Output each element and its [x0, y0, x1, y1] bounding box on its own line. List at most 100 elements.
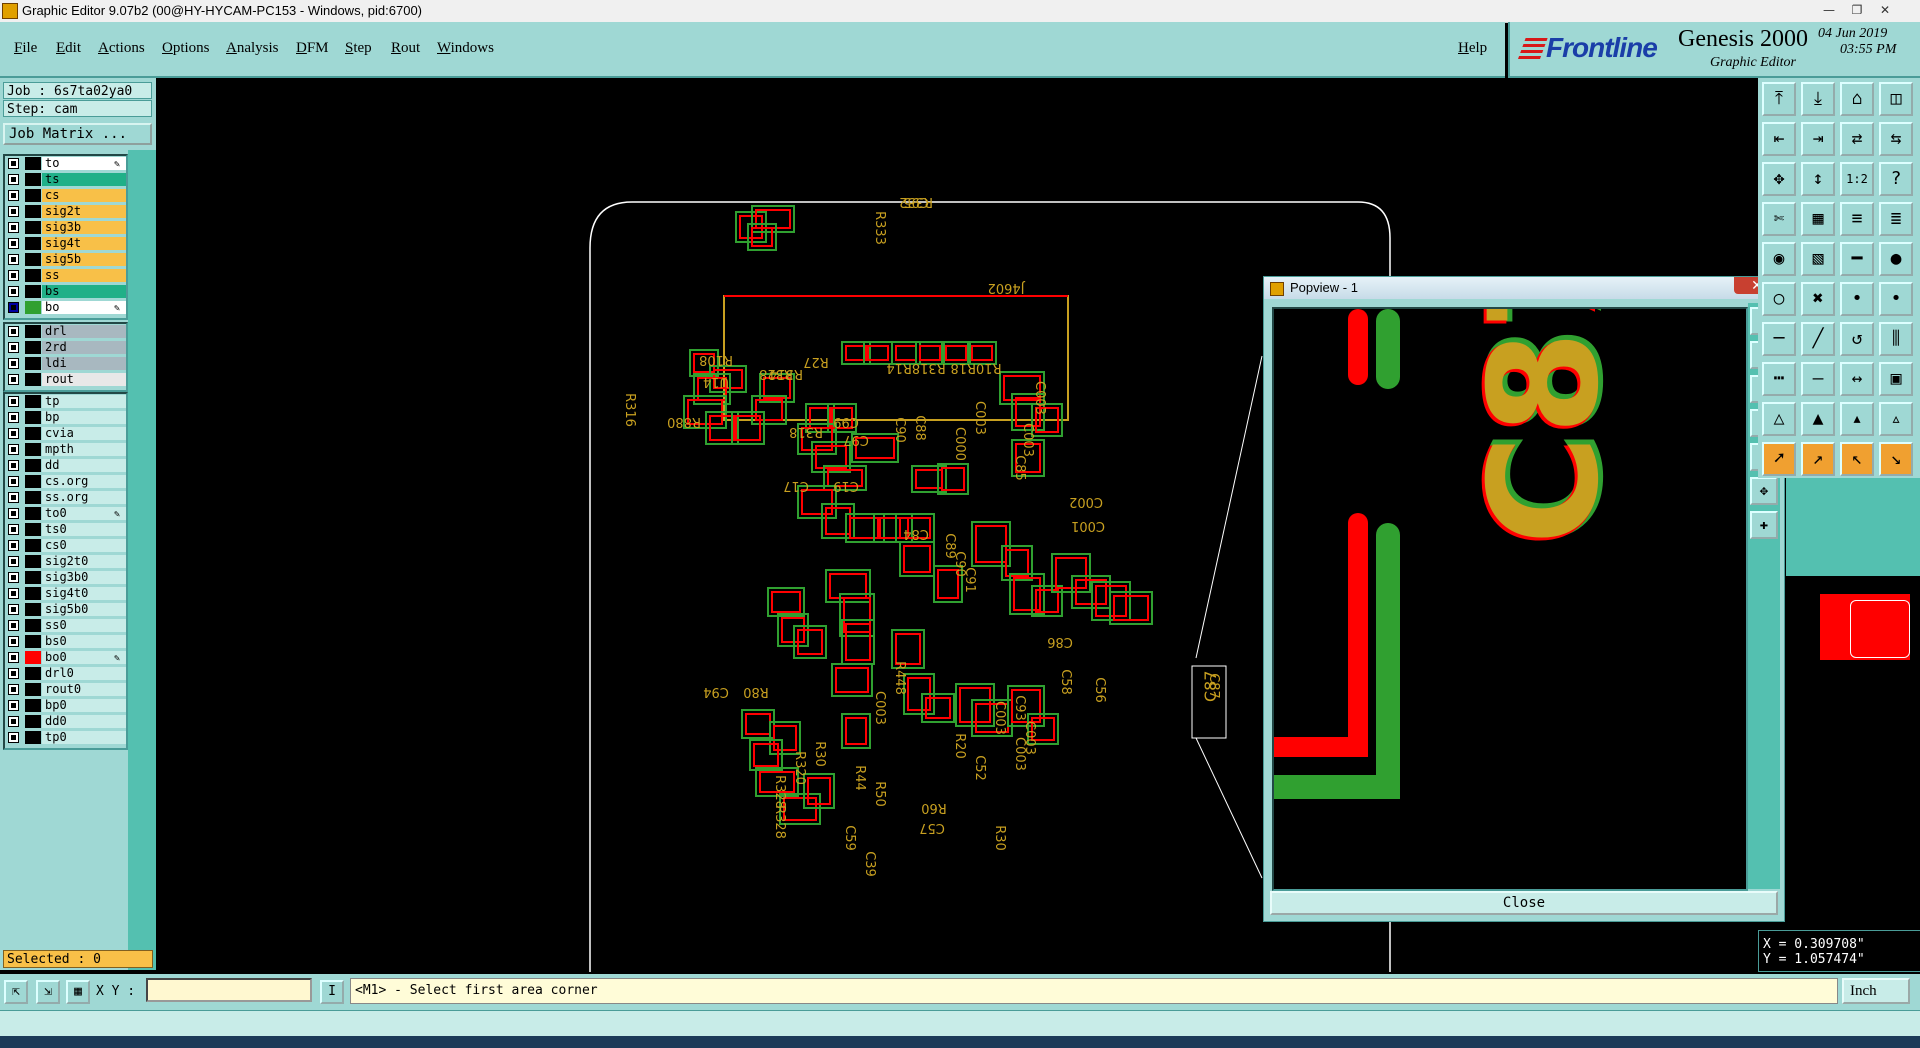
layer-row-2rd[interactable]: 2rd: [5, 340, 126, 356]
layer-name[interactable]: drl: [42, 325, 126, 338]
layer-checkbox[interactable]: [8, 572, 19, 583]
window-icon[interactable]: ◫: [1879, 82, 1913, 116]
layer-name[interactable]: sig3b0: [42, 571, 126, 584]
layer-color-swatch[interactable]: [25, 411, 41, 424]
layer-checkbox[interactable]: [8, 222, 19, 233]
overview-window[interactable]: [1820, 594, 1910, 660]
layer-name[interactable]: cs: [42, 189, 126, 202]
minimize-icon[interactable]: —: [1820, 2, 1838, 18]
menu-edit[interactable]: Edit: [56, 40, 81, 57]
layer-color-swatch[interactable]: [25, 523, 41, 536]
layer-color-swatch[interactable]: [25, 715, 41, 728]
layer-checkbox[interactable]: [8, 668, 19, 679]
layer-checkbox[interactable]: [8, 206, 19, 217]
layer-name[interactable]: ts0: [42, 523, 126, 536]
layer-name[interactable]: dd: [42, 459, 126, 472]
layer-name[interactable]: bp: [42, 411, 126, 424]
layer-row-rout[interactable]: rout: [5, 372, 126, 388]
pad-icon[interactable]: ◉: [1762, 242, 1796, 276]
layer-checkbox[interactable]: [8, 358, 19, 369]
grid-icon[interactable]: ▦: [66, 980, 90, 1004]
diagonal-icon[interactable]: ╱: [1801, 322, 1835, 356]
layer-checkbox[interactable]: [8, 302, 19, 313]
menu-options[interactable]: Options: [162, 40, 210, 57]
layer-name[interactable]: ss0: [42, 619, 126, 632]
layer-row-cvia[interactable]: cvia: [5, 426, 126, 442]
layer-name[interactable]: ss.org: [42, 491, 126, 504]
layer-checkbox[interactable]: [8, 444, 19, 455]
layer-name[interactable]: ts: [42, 173, 126, 186]
filter-icon[interactable]: ≣: [1879, 202, 1913, 236]
layer-row-mpth[interactable]: mpth: [5, 442, 126, 458]
list-icon[interactable]: ≡: [1840, 202, 1874, 236]
layer-name[interactable]: ss: [42, 269, 126, 282]
layer-row-cs[interactable]: cs: [5, 188, 126, 204]
layer-color-swatch[interactable]: [25, 189, 41, 202]
layer-color-swatch[interactable]: [25, 325, 41, 338]
layer-color-swatch[interactable]: [25, 221, 41, 234]
layer-color-swatch[interactable]: [25, 395, 41, 408]
layer-checkbox[interactable]: [8, 652, 19, 663]
layer-color-swatch[interactable]: [25, 699, 41, 712]
layer-row-cs.org[interactable]: cs.org: [5, 474, 126, 490]
layer-color-swatch[interactable]: [25, 619, 41, 632]
menu-analysis[interactable]: Analysis: [226, 40, 279, 57]
layer-color-swatch[interactable]: [25, 237, 41, 250]
fit-icon[interactable]: ✥: [1762, 162, 1796, 196]
popview-window[interactable]: Popview - 1 ✕ C87 C87 C87 ▣ ▲ ▼ ◀ ▶ ✥ ✚ …: [1263, 276, 1785, 922]
menu-windows[interactable]: Windows: [437, 40, 494, 57]
layer-checkbox[interactable]: [8, 700, 19, 711]
pan-right-icon[interactable]: ⇥: [1801, 122, 1835, 156]
layer-checkbox[interactable]: [8, 684, 19, 695]
line-icon[interactable]: ━: [1840, 242, 1874, 276]
layer-checkbox[interactable]: [8, 460, 19, 471]
menu-file[interactable]: File: [14, 40, 37, 57]
layer-checkbox[interactable]: [8, 556, 19, 567]
layer-color-swatch[interactable]: [25, 635, 41, 648]
grid-icon[interactable]: ▦: [1801, 202, 1835, 236]
layer-row-sig2t0[interactable]: sig2t0: [5, 554, 126, 570]
layer-checkbox[interactable]: [8, 524, 19, 535]
layer-row-drl[interactable]: drl: [5, 324, 126, 340]
cut-icon[interactable]: ✄: [1762, 202, 1796, 236]
layer-color-swatch[interactable]: [25, 571, 41, 584]
swap-icon[interactable]: ⇄: [1840, 122, 1874, 156]
select-icon[interactable]: ➚: [1762, 442, 1796, 476]
menu-dfm[interactable]: DFM: [296, 40, 329, 57]
layer-checkbox[interactable]: [8, 732, 19, 743]
layer-row-bo0[interactable]: bo0 ✎: [5, 650, 126, 666]
fill-icon[interactable]: ▧: [1801, 242, 1835, 276]
menu-step[interactable]: Step: [345, 40, 372, 57]
layer-checkbox[interactable]: [8, 412, 19, 423]
dot-icon[interactable]: ●: [1879, 242, 1913, 276]
layer-row-bs0[interactable]: bs0: [5, 634, 126, 650]
layer-row-dd0[interactable]: dd0: [5, 714, 126, 730]
segment-icon[interactable]: —: [1801, 362, 1835, 396]
layer-color-swatch[interactable]: [25, 507, 41, 520]
layer-checkbox[interactable]: [8, 270, 19, 281]
layer-row-tp[interactable]: tp: [5, 394, 126, 410]
layer-checkbox[interactable]: [8, 158, 19, 169]
layer-row-bs[interactable]: bs: [5, 284, 126, 300]
measure-icon[interactable]: ⇲: [36, 980, 60, 1004]
text-icon[interactable]: ⫼: [1879, 322, 1913, 356]
layer-color-swatch[interactable]: [25, 173, 41, 186]
overview-viewport[interactable]: [1850, 600, 1910, 658]
layer-color-swatch[interactable]: [25, 491, 41, 504]
layer-name[interactable]: bo0 ✎: [42, 651, 126, 664]
layer-checkbox[interactable]: [8, 508, 19, 519]
help-icon[interactable]: ?: [1879, 162, 1913, 196]
layer-color-swatch[interactable]: [25, 555, 41, 568]
layer-name[interactable]: to ✎: [42, 157, 126, 170]
layer-row-ss0[interactable]: ss0: [5, 618, 126, 634]
layer-color-swatch[interactable]: [25, 731, 41, 744]
layer-checkbox[interactable]: [8, 342, 19, 353]
layer-color-swatch[interactable]: [25, 341, 41, 354]
layer-row-ldi[interactable]: ldi: [5, 356, 126, 372]
layer-row-sig3b0[interactable]: sig3b0: [5, 570, 126, 586]
layer-name[interactable]: 2rd: [42, 341, 126, 354]
layer-name[interactable]: sig2t0: [42, 555, 126, 568]
layer-name[interactable]: bs: [42, 285, 126, 298]
layer-down-icon[interactable]: ⤓: [1801, 82, 1835, 116]
pop-fit-icon[interactable]: ✥: [1750, 477, 1778, 505]
